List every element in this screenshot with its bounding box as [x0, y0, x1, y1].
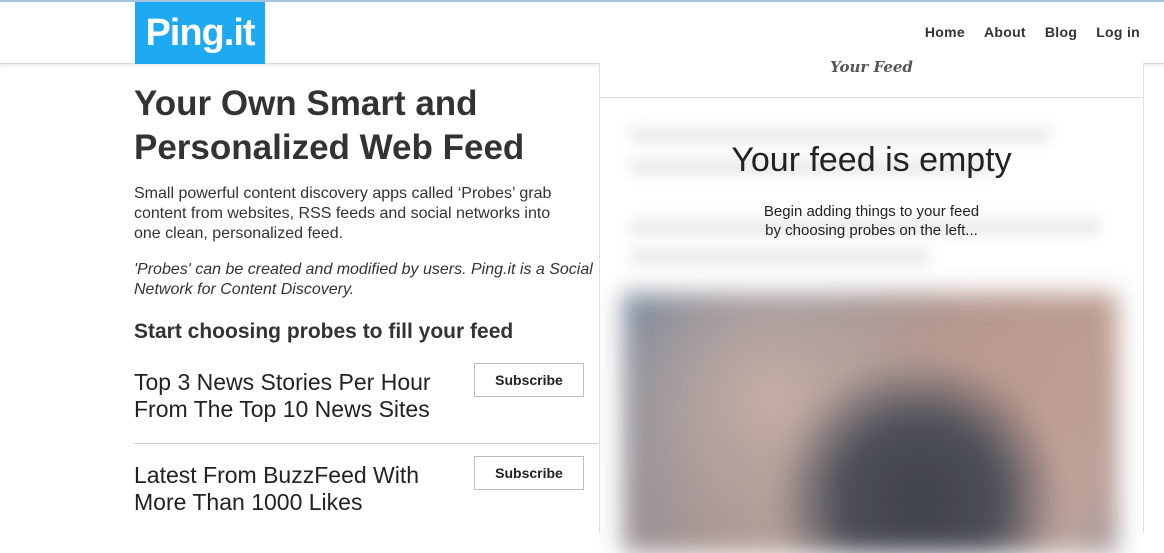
nav-login-link[interactable]: Log in: [1096, 24, 1140, 40]
start-choosing-heading: Start choosing probes to fill your feed: [134, 320, 514, 343]
site-header: Ping.it Home About Blog Log in: [0, 2, 1164, 64]
hero-title: Your Own Smart and Personalized Web Feed: [134, 84, 525, 167]
probe-item: Latest From BuzzFeed With More Than 1000…: [134, 456, 598, 552]
feed-header-title: Your Feed: [830, 58, 913, 76]
feed-empty-title: Your feed is empty: [731, 141, 1012, 179]
feed-empty-line-1: Begin adding things to your feed: [763, 203, 980, 220]
feed-empty-line-2: by choosing probes on the left...: [765, 222, 978, 239]
subscribe-button[interactable]: Subscribe: [474, 363, 584, 397]
probe-title[interactable]: Top 3 News Stories Per Hour From The Top…: [134, 369, 454, 423]
probe-title[interactable]: Latest From BuzzFeed With More Than 1000…: [134, 462, 454, 516]
subscribe-button[interactable]: Subscribe: [474, 456, 584, 490]
feed-panel: Your Feed Your feed is empty Begin addin…: [599, 58, 1144, 553]
feed-empty-message: Begin adding things to your feed by choo…: [600, 202, 1143, 240]
blurred-placeholder-image: [623, 293, 1118, 553]
feed-header: Your Feed: [600, 58, 1143, 98]
hero-description-italic: 'Probes' can be created and modified by …: [134, 261, 593, 298]
nav-about-link[interactable]: About: [984, 24, 1026, 40]
main-nav: Home About Blog Log in: [906, 24, 1140, 40]
probe-divider: [134, 443, 598, 444]
ping-it-logo[interactable]: Ping.it: [135, 2, 265, 64]
hero-description: Small powerful content discovery apps ca…: [134, 185, 552, 242]
nav-home-link[interactable]: Home: [925, 24, 965, 40]
probe-item: Top 3 News Stories Per Hour From The Top…: [134, 363, 598, 459]
nav-blog-link[interactable]: Blog: [1045, 24, 1077, 40]
